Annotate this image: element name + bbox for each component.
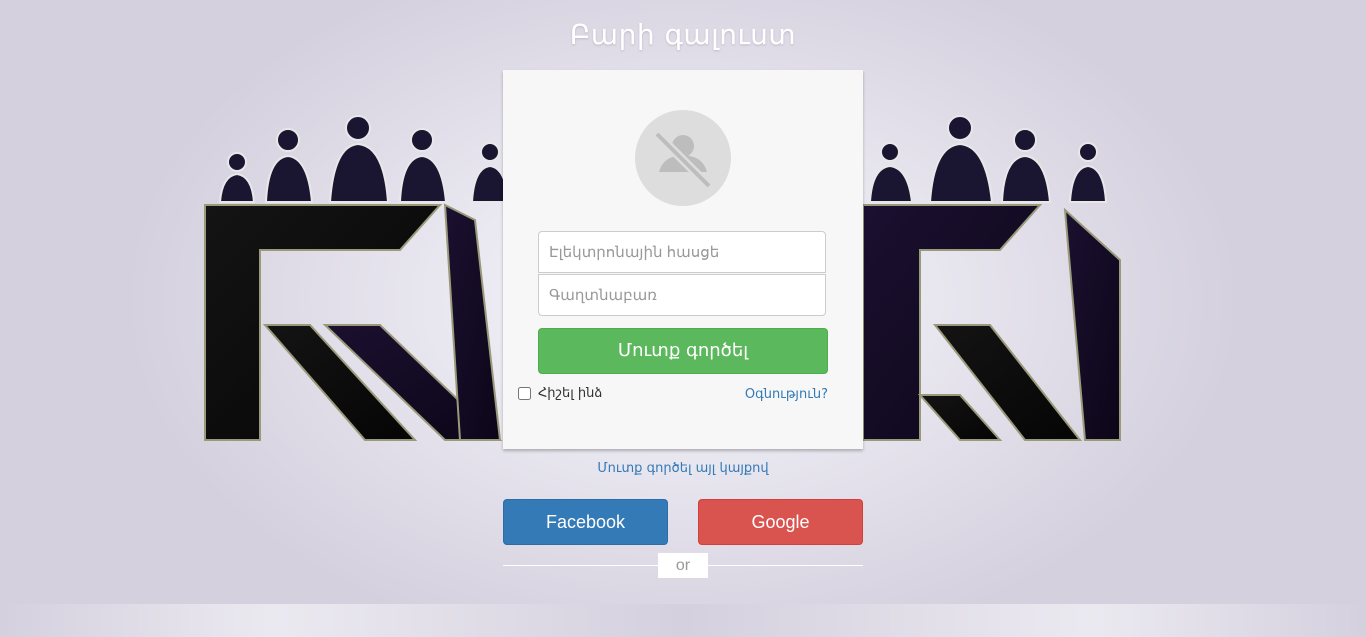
login-button[interactable]: Մուտք գործել [538, 328, 828, 374]
logo-right-shape [862, 204, 1121, 441]
email-field[interactable] [538, 231, 826, 273]
no-user-icon [635, 110, 731, 206]
google-login-button[interactable]: Google [698, 499, 863, 545]
remember-me-label: Հիշել ինձ [538, 386, 603, 401]
remember-me-checkbox[interactable] [518, 387, 531, 400]
facebook-login-button[interactable]: Facebook [503, 499, 668, 545]
logo-left-shape [204, 203, 503, 441]
people-silhouettes-left [218, 115, 510, 203]
help-link[interactable]: Օգնություն? [745, 387, 828, 402]
welcome-title: Բարի գալուստ [569, 18, 797, 51]
login-card: Մուտք գործել Հիշել ինձ Օգնություն? [503, 70, 863, 449]
page-bottom-strip [0, 604, 1366, 637]
or-divider-label: or [658, 553, 708, 578]
alt-login-row: Մուտք գործել այլ կայքով [0, 461, 1366, 476]
password-field[interactable] [538, 274, 826, 316]
remember-me[interactable]: Հիշել ինձ [518, 386, 602, 401]
alt-login-link[interactable]: Մուտք գործել այլ կայքով [597, 461, 768, 476]
people-silhouettes-right [868, 115, 1108, 203]
